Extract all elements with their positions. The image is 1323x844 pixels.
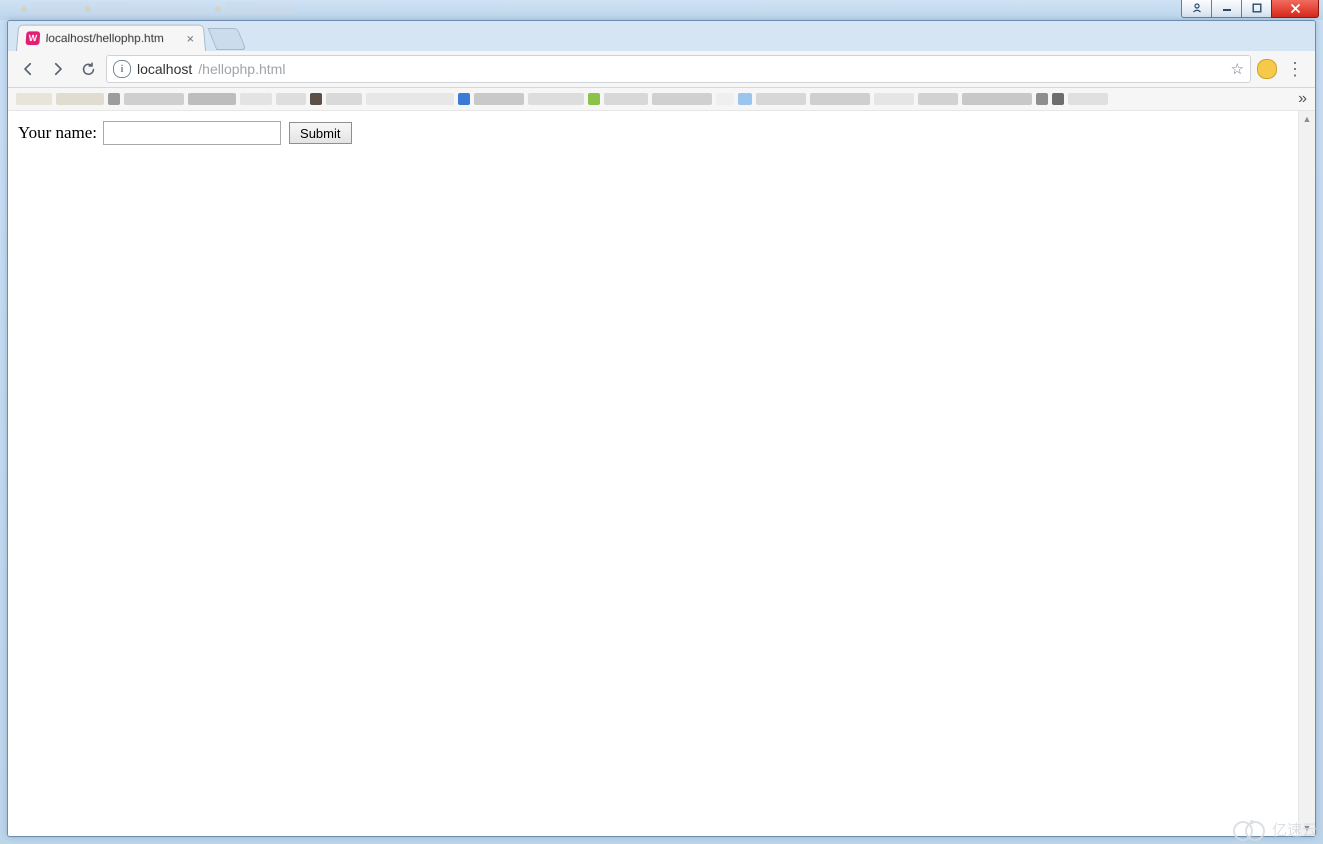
bookmark-item[interactable] (1052, 93, 1064, 105)
bookmark-item[interactable] (56, 93, 104, 105)
titlebar-decor (226, 2, 294, 16)
bookmark-item[interactable] (240, 93, 272, 105)
favicon-icon: W (25, 31, 40, 45)
bookmark-item[interactable] (108, 93, 120, 105)
name-input[interactable] (103, 121, 281, 145)
reload-button[interactable] (76, 57, 100, 81)
bookmark-item[interactable] (124, 93, 184, 105)
page-viewport: Your name: Submit ▲ ▼ (8, 111, 1315, 836)
user-icon (1192, 3, 1202, 13)
bookmark-item[interactable] (588, 93, 600, 105)
minimize-button[interactable] (1211, 0, 1242, 18)
close-button[interactable] (1271, 0, 1319, 18)
bookmark-item[interactable] (528, 93, 584, 105)
tab-title: localhost/hellophp.htm (45, 31, 181, 45)
titlebar-decor (96, 2, 206, 16)
bookmark-star-icon[interactable]: ☆ (1231, 60, 1244, 78)
back-button[interactable] (16, 57, 40, 81)
tab-close-icon[interactable]: × (186, 31, 195, 46)
bookmark-item[interactable] (652, 93, 712, 105)
name-form: Your name: Submit (8, 111, 1315, 155)
bookmark-item[interactable] (310, 93, 322, 105)
bookmark-item[interactable] (474, 93, 524, 105)
bookmark-item[interactable] (366, 93, 454, 105)
reload-icon (80, 61, 97, 78)
name-label: Your name: (18, 123, 97, 143)
os-window-frame: W localhost/hellophp.htm × i localhost/h… (0, 0, 1323, 844)
bookmark-item[interactable] (874, 93, 914, 105)
close-icon (1290, 3, 1301, 14)
forward-button[interactable] (46, 57, 70, 81)
menu-button[interactable]: ⋮ (1283, 59, 1307, 80)
bookmark-item[interactable] (756, 93, 806, 105)
scroll-up-icon[interactable]: ▲ (1299, 111, 1315, 127)
browser-window: W localhost/hellophp.htm × i localhost/h… (7, 20, 1316, 837)
tab-strip: W localhost/hellophp.htm × (8, 21, 1315, 51)
scroll-down-icon[interactable]: ▼ (1299, 820, 1315, 836)
arrow-right-icon (49, 60, 67, 78)
os-titlebar[interactable] (0, 0, 1323, 20)
bookmark-item[interactable] (458, 93, 470, 105)
bookmark-item[interactable] (810, 93, 870, 105)
scroll-track[interactable] (1299, 127, 1315, 820)
vertical-scrollbar[interactable]: ▲ ▼ (1298, 111, 1315, 836)
url-path: /hellophp.html (198, 61, 285, 77)
user-button[interactable] (1181, 0, 1212, 18)
maximize-icon (1252, 3, 1262, 13)
maximize-button[interactable] (1241, 0, 1272, 18)
new-tab-button[interactable] (208, 28, 247, 50)
bookmark-item[interactable] (16, 93, 52, 105)
submit-button[interactable]: Submit (289, 122, 351, 144)
bookmark-overflow-icon[interactable]: » (1298, 91, 1307, 107)
bookmark-item[interactable] (326, 93, 362, 105)
navbar: i localhost/hellophp.html ☆ ⋮ (8, 51, 1315, 88)
address-bar[interactable]: i localhost/hellophp.html ☆ (106, 55, 1251, 83)
url-host: localhost (137, 61, 192, 77)
bookmark-item[interactable] (738, 93, 752, 105)
bookmark-item[interactable] (276, 93, 306, 105)
bookmark-item[interactable] (188, 93, 236, 105)
site-info-icon[interactable]: i (113, 60, 131, 78)
extension-icon[interactable] (1257, 59, 1277, 79)
titlebar-decor (32, 2, 90, 16)
bookmark-bar[interactable]: » (8, 88, 1315, 111)
arrow-left-icon (19, 60, 37, 78)
bookmark-item[interactable] (1068, 93, 1108, 105)
minimize-icon (1222, 3, 1232, 13)
browser-tab-active[interactable]: W localhost/hellophp.htm × (16, 25, 206, 51)
bookmark-item[interactable] (962, 93, 1032, 105)
bookmark-item[interactable] (1036, 93, 1048, 105)
bookmark-item[interactable] (918, 93, 958, 105)
bookmark-item[interactable] (604, 93, 648, 105)
bookmark-item[interactable] (716, 93, 734, 105)
